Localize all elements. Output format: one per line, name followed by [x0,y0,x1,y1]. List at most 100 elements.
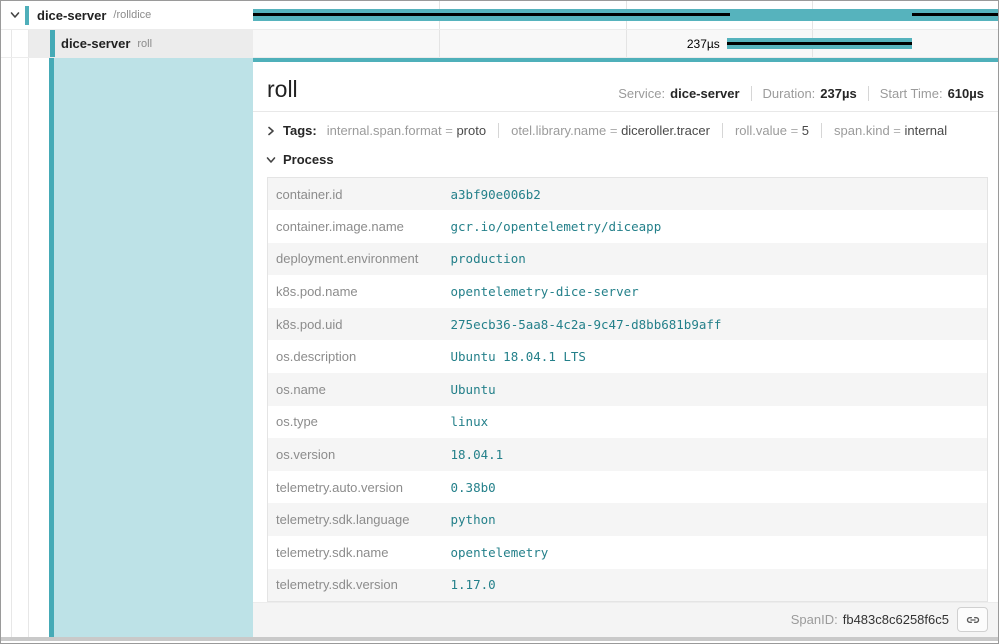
process-value: python [443,503,988,536]
span-rows: dice-server /rolldice dice-server [1,1,998,58]
span-detail-footer: SpanID: fb483c8c6258f6c5 [253,602,998,637]
link-icon [965,612,981,628]
table-row: k8s.pod.name opentelemetry-dice-server [268,275,988,308]
span-bar-roll[interactable] [727,38,912,49]
span-timeline-cell-rolldice[interactable] [253,1,998,30]
trace-timeline-view: dice-server /rolldice dice-server [0,0,999,644]
tag-key: roll.value [735,123,787,138]
critical-path-segment [912,13,998,16]
tag-key: otel.library.name [511,123,606,138]
span-detail-header: roll Service: dice-server Duration: 237µ… [253,62,998,112]
process-key: os.name [268,373,443,406]
process-key: telemetry.sdk.version [268,569,443,602]
tag-key: internal.span.format [327,123,442,138]
meta-value: 237µs [820,86,856,101]
process-value: opentelemetry [443,536,988,569]
span-title: roll [267,78,298,101]
table-row: os.description Ubuntu 18.04.1 LTS [268,340,988,373]
table-row: telemetry.sdk.language python [268,503,988,536]
tag-key: span.kind [834,123,890,138]
process-value: 275ecb36-5aa8-4c2a-9c47-d8bb681b9aff [443,308,988,341]
tag-value: proto [456,123,486,138]
process-value: Ubuntu [443,373,988,406]
deep-link-button[interactable] [957,607,988,632]
tag-item: roll.value = 5 [722,123,809,138]
tag-item: otel.library.name = diceroller.tracer [498,123,710,138]
meta-label: Duration: [763,86,816,101]
span-detail-panel: roll Service: dice-server Duration: 237µ… [253,58,998,637]
spanid-label: SpanID: [791,612,838,627]
span-name-cell-roll[interactable]: dice-server roll [1,30,253,58]
process-accordion-header[interactable]: Process [253,144,998,175]
process-value: a3bf90e006b2 [443,178,988,211]
process-value: Ubuntu 18.04.1 LTS [443,340,988,373]
table-row: os.name Ubuntu [268,373,988,406]
tags-summary: internal.span.format = proto otel.librar… [327,123,947,138]
span-timeline-cell-roll[interactable]: 237µs [253,30,998,58]
chevron-down-icon [265,154,277,166]
main-area: roll Service: dice-server Duration: 237µ… [1,58,998,637]
meta-item: Service: dice-server [618,86,739,101]
process-key: os.type [268,406,443,439]
tags-accordion-header[interactable]: Tags: internal.span.format = proto otel.… [253,112,998,144]
service-name: dice-server [37,8,106,23]
span-name-cell-rolldice[interactable]: dice-server /rolldice [1,1,253,30]
meta-item: Duration: 237µs [751,86,857,101]
process-value: 0.38b0 [443,471,988,504]
table-row: container.id a3bf90e006b2 [268,178,988,211]
critical-path-segment [253,13,730,16]
span-row-rolldice[interactable]: dice-server /rolldice [1,1,998,30]
process-value: production [443,243,988,276]
process-value: gcr.io/opentelemetry/diceapp [443,210,988,243]
process-key: telemetry.sdk.language [268,503,443,536]
process-label: Process [283,152,334,167]
tag-item: span.kind = internal [821,123,947,138]
table-row: telemetry.sdk.version 1.17.0 [268,569,988,602]
process-key: os.version [268,438,443,471]
meta-value: dice-server [670,86,739,101]
meta-label: Start Time: [880,86,943,101]
tag-value: internal [905,123,948,138]
process-key: container.id [268,178,443,211]
process-key: os.description [268,340,443,373]
meta-label: Service: [618,86,665,101]
process-key: deployment.environment [268,243,443,276]
span-meta: Service: dice-server Duration: 237µs Sta… [618,86,984,101]
span-duration-label: 237µs [253,30,727,57]
spanid-value: fb483c8c6258f6c5 [843,612,949,627]
process-key-value-table: container.id a3bf90e006b2 container.imag… [267,177,988,602]
chevron-right-icon [265,125,277,137]
operation-name: /rolldice [113,9,151,21]
process-key: telemetry.sdk.name [268,536,443,569]
table-row: k8s.pod.uid 275ecb36-5aa8-4c2a-9c47-d8bb… [268,308,988,341]
selected-span-fill [54,58,253,637]
table-row: os.version 18.04.1 [268,438,988,471]
process-value: linux [443,406,988,439]
tags-label: Tags: [283,123,317,138]
tag-value: diceroller.tracer [621,123,710,138]
process-value: 1.17.0 [443,569,988,602]
process-key: k8s.pod.name [268,275,443,308]
indent-guide [11,58,12,637]
table-row: os.type linux [268,406,988,439]
service-color-chip [25,6,29,25]
critical-path-segment [727,42,912,45]
meta-item: Start Time: 610µs [868,86,984,101]
table-row: container.image.name gcr.io/opentelemetr… [268,210,988,243]
horizontal-scrollbar[interactable] [1,637,998,641]
tag-item: internal.span.format = proto [327,123,486,138]
meta-value: 610µs [948,86,984,101]
process-key: container.image.name [268,210,443,243]
indent-guide [28,58,29,637]
process-key: k8s.pod.uid [268,308,443,341]
operation-name: roll [137,38,152,50]
chevron-down-icon[interactable] [9,9,21,21]
process-value: 18.04.1 [443,438,988,471]
process-value: opentelemetry-dice-server [443,275,988,308]
service-name: dice-server [61,36,130,51]
table-row: deployment.environment production [268,243,988,276]
selected-span-gutter [1,58,253,637]
process-key: telemetry.auto.version [268,471,443,504]
tag-value: 5 [802,123,809,138]
span-row-roll[interactable]: dice-server roll 237µs [1,30,998,58]
